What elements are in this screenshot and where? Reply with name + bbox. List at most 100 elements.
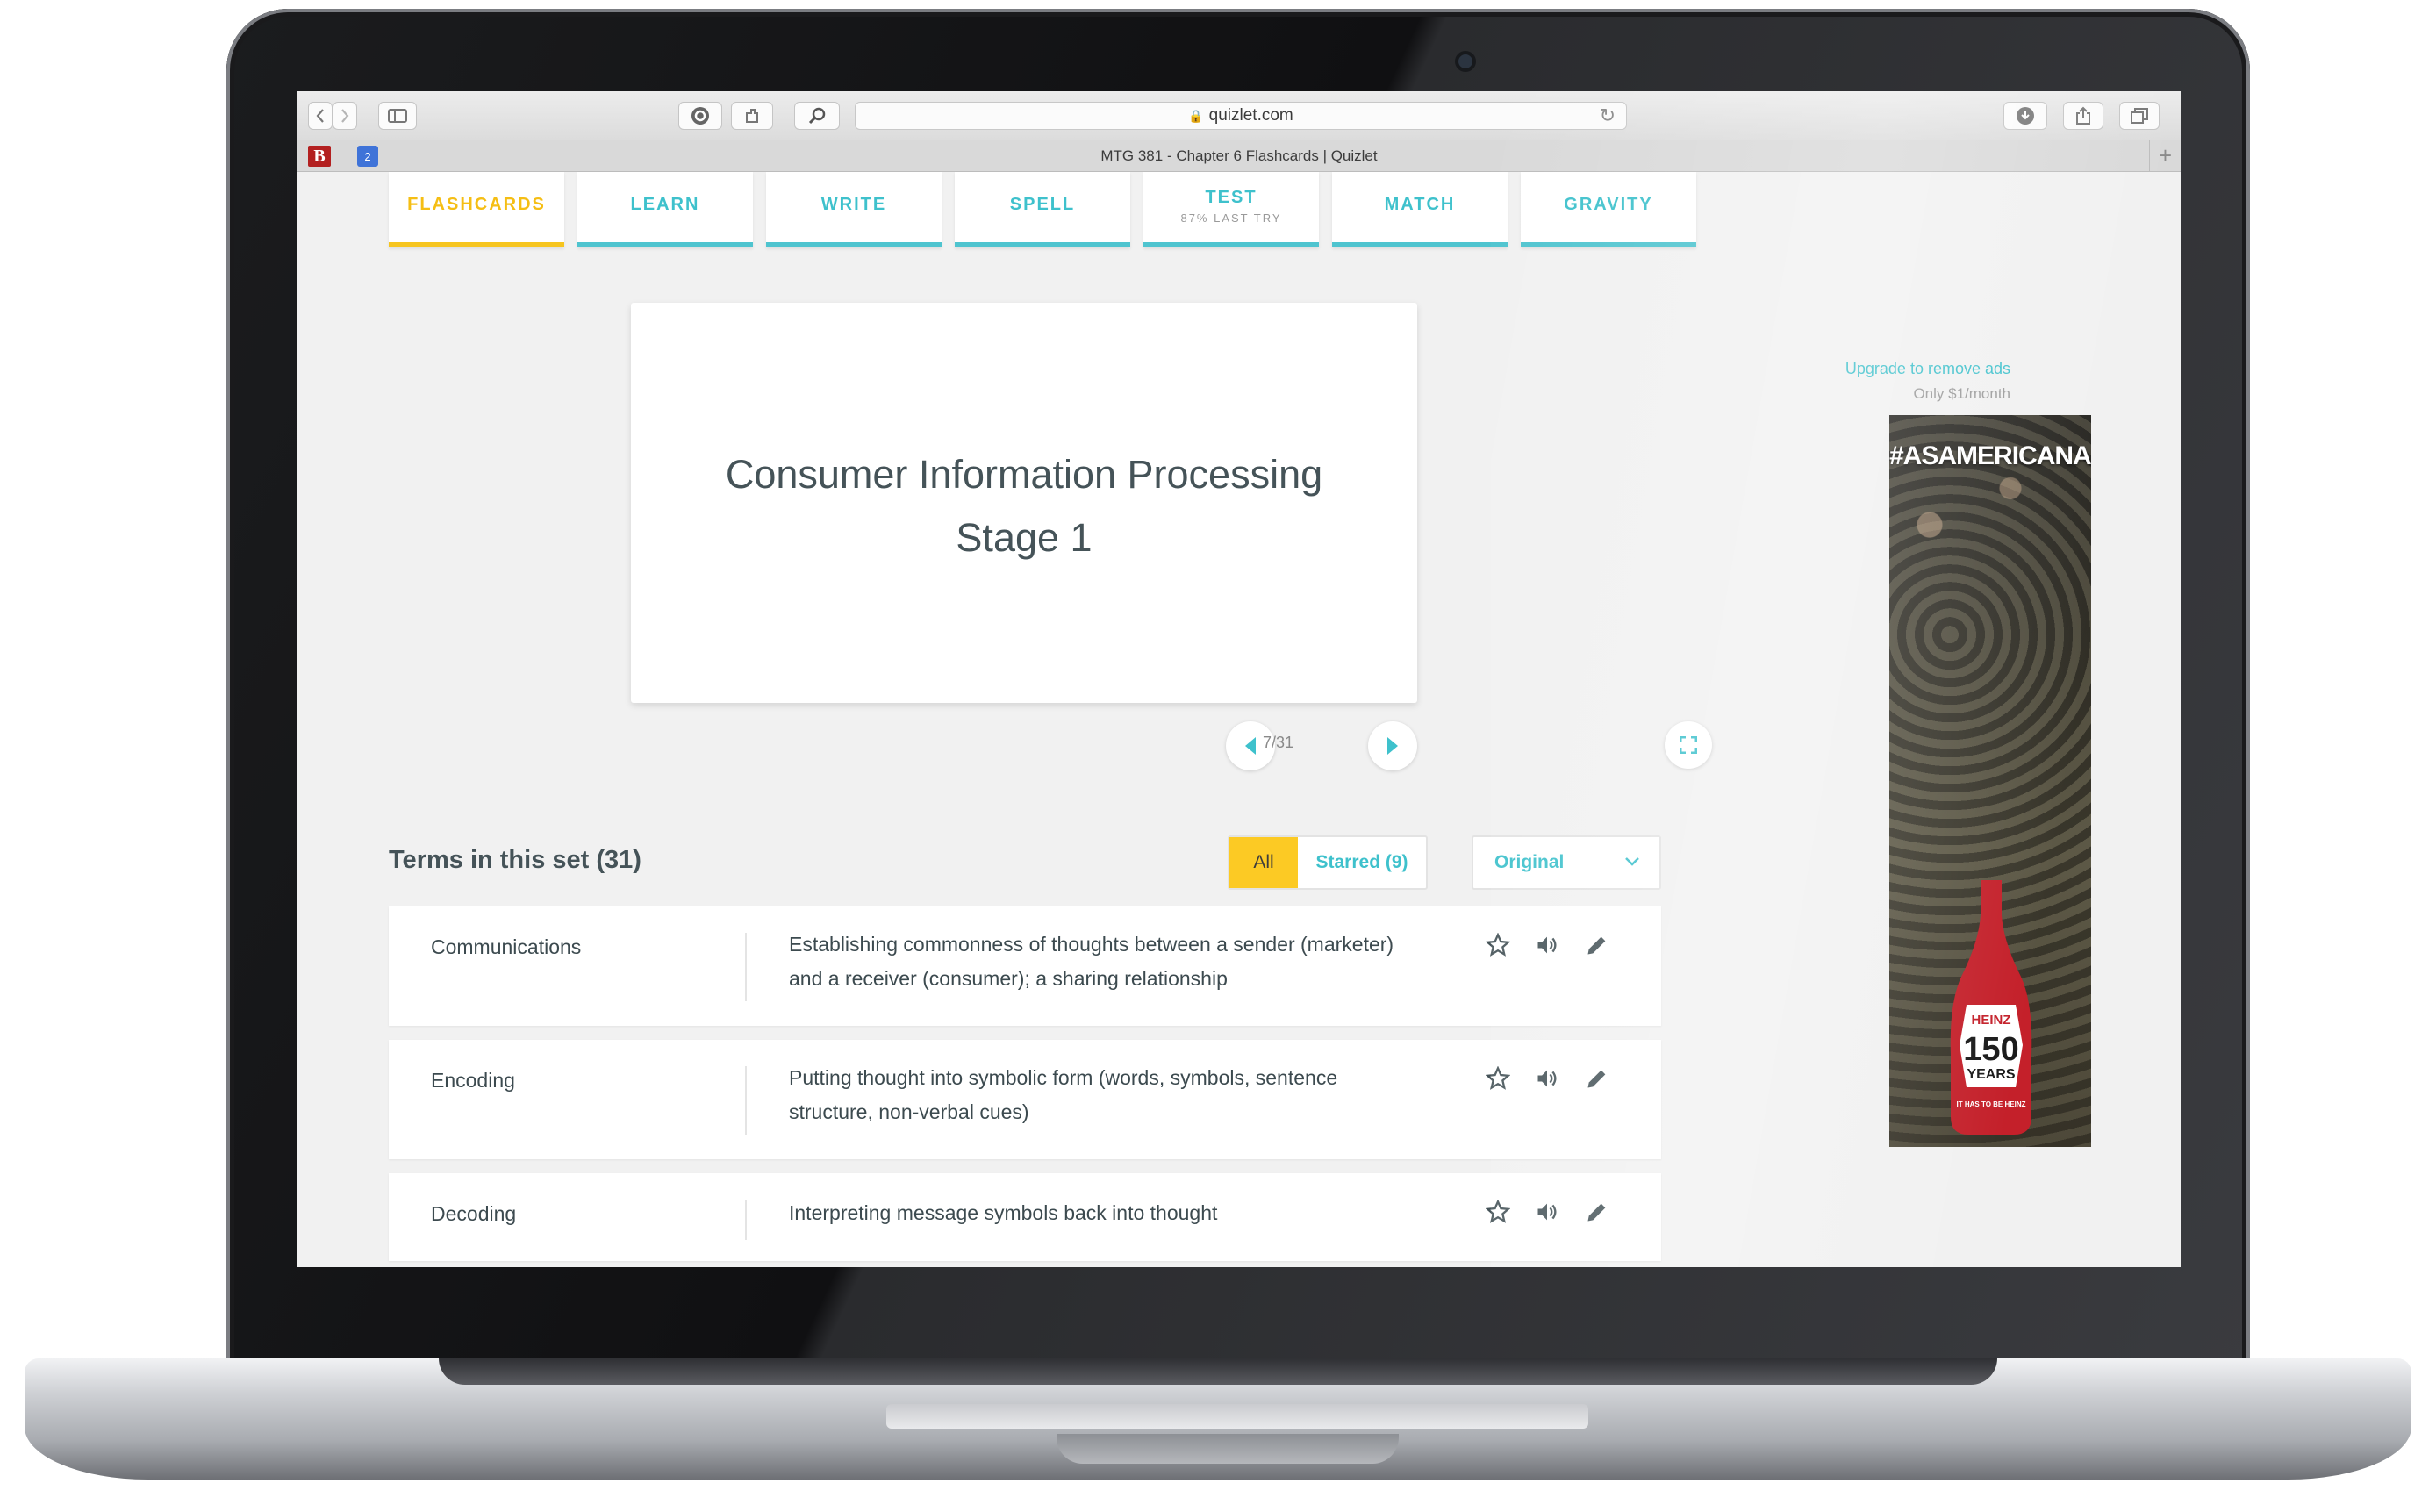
flashcard-text: Consumer Information Processing Stage 1 — [631, 443, 1417, 570]
term-text: Decoding — [431, 1202, 517, 1225]
next-card-button[interactable] — [1368, 721, 1417, 770]
advertisement[interactable]: #ASAMERICANAS HEINZ 150 YEARS IT HAS TO … — [1889, 415, 2091, 1147]
tab-bar: B 2 MTG 381 - Chapter 6 Flashcards | Qui… — [297, 140, 2181, 172]
tab-label: FLASHCARDS — [407, 195, 546, 214]
term-text: Encoding — [431, 1069, 515, 1092]
laptop-hinge — [439, 1358, 1997, 1385]
definition-line-1: Establishing commonness of thoughts betw… — [789, 933, 1394, 956]
tab-label: MATCH — [1384, 195, 1456, 214]
caret-right-icon — [1387, 737, 1398, 755]
new-tab-button[interactable]: + — [2149, 140, 2181, 172]
ad-hashtag: #ASAMERICANAS — [1889, 441, 2091, 470]
upgrade-price: Only $1/month — [1913, 385, 2010, 402]
sidebar-button[interactable] — [378, 102, 417, 130]
definition-line-2: structure, non-verbal cues) — [789, 1100, 1029, 1123]
quizlet-page: FLASHCARDS LEARN WRITE SPELL TEST 87% LA… — [297, 172, 2181, 1267]
tab-flashcards[interactable]: FLASHCARDS — [389, 172, 564, 247]
reload-icon[interactable]: ↻ — [1600, 103, 1616, 129]
search-button[interactable] — [794, 102, 840, 130]
laptop-mockup: 🔒 quizlet.com ↻ B 2 MTG 381 - Chapter 6 F… — [0, 0, 2436, 1512]
pencil-icon[interactable] — [1580, 1066, 1615, 1095]
filter-starred-button[interactable]: Starred (9) — [1298, 837, 1426, 888]
term-divider — [745, 1200, 747, 1240]
lock-icon: 🔒 — [1188, 109, 1204, 123]
chevron-down-icon — [1625, 857, 1639, 866]
tab-gravity[interactable]: GRAVITY — [1521, 172, 1696, 247]
row-actions — [1480, 1065, 1625, 1095]
tab-test[interactable]: TEST 87% LAST TRY — [1143, 172, 1319, 247]
share-button[interactable] — [2063, 102, 2103, 130]
tab-label: GRAVITY — [1564, 195, 1653, 214]
row-actions — [1480, 932, 1625, 962]
speaker-icon[interactable] — [1530, 933, 1565, 962]
url-text: quizlet.com — [1208, 106, 1293, 125]
tabs-icon — [2131, 108, 2148, 124]
term-row: Decoding Interpreting message symbols ba… — [389, 1173, 1661, 1261]
forward-button[interactable] — [333, 102, 357, 130]
star-icon[interactable] — [1480, 1199, 1515, 1229]
tab-label: WRITE — [820, 195, 887, 214]
ad-slogan: IT HAS TO BE HEINZ — [1957, 1100, 2026, 1108]
upgrade-link[interactable]: Upgrade to remove ads — [1780, 360, 2010, 378]
fullscreen-icon — [1680, 736, 1697, 754]
term-divider — [745, 933, 747, 1001]
ad-years-label: YEARS — [1967, 1067, 2015, 1082]
flashcard-line-2: Stage 1 — [956, 515, 1093, 560]
pencil-icon[interactable] — [1580, 1200, 1615, 1229]
share-icon — [2076, 106, 2090, 125]
tab-sublabel: 87% LAST TRY — [1180, 211, 1282, 225]
tab-label: SPELL — [1009, 195, 1076, 214]
downloads-button[interactable] — [2003, 102, 2047, 130]
definition-text: Establishing commonness of thoughts betw… — [789, 928, 1473, 996]
tab-learn[interactable]: LEARN — [577, 172, 753, 247]
star-icon[interactable] — [1480, 1065, 1515, 1095]
sort-label: Original — [1494, 852, 1565, 872]
sort-dropdown[interactable]: Original — [1472, 835, 1661, 890]
term-row: Encoding Putting thought into symbolic f… — [389, 1040, 1661, 1159]
row-actions — [1480, 1199, 1625, 1229]
star-icon[interactable] — [1480, 932, 1515, 962]
tab-spell[interactable]: SPELL — [955, 172, 1130, 247]
tab-label: LEARN — [630, 195, 700, 214]
tab-title[interactable]: MTG 381 - Chapter 6 Flashcards | Quizlet — [297, 140, 2181, 172]
term-row: Communications Establishing commonness o… — [389, 906, 1661, 1026]
filter-all-button[interactable]: All — [1229, 837, 1298, 888]
chevron-right-icon — [341, 109, 349, 123]
speaker-icon[interactable] — [1530, 1066, 1565, 1095]
tab-write[interactable]: WRITE — [766, 172, 942, 247]
term-divider — [745, 1066, 747, 1135]
definition-text: Interpreting message symbols back into t… — [789, 1196, 1473, 1230]
caret-left-icon — [1245, 737, 1256, 755]
pencil-icon[interactable] — [1580, 933, 1615, 962]
term-filter: All Starred (9) — [1228, 835, 1428, 890]
extension-button[interactable] — [731, 102, 773, 130]
back-button[interactable] — [308, 102, 333, 130]
tab-label: TEST — [1205, 188, 1257, 207]
browser-toolbar: 🔒 quizlet.com ↻ — [297, 91, 2181, 140]
term-text: Communications — [431, 935, 582, 958]
ad-years-number: 150 — [1963, 1031, 2018, 1068]
speaker-icon[interactable] — [1530, 1200, 1565, 1229]
search-icon — [808, 107, 826, 125]
browser-window: 🔒 quizlet.com ↻ B 2 MTG 381 - Chapter 6 F… — [297, 91, 2181, 1267]
grammarly-button[interactable] — [678, 102, 722, 130]
tab-match[interactable]: MATCH — [1332, 172, 1508, 247]
download-icon — [2017, 107, 2034, 125]
definition-text: Putting thought into symbolic form (word… — [789, 1061, 1473, 1129]
fullscreen-button[interactable] — [1665, 721, 1712, 769]
address-bar[interactable]: 🔒 quizlet.com ↻ — [855, 102, 1627, 130]
ketchup-bottle-icon: HEINZ 150 YEARS IT HAS TO BE HEINZ — [1950, 880, 2032, 1135]
puzzle-icon — [746, 109, 758, 123]
laptop-keyboard-edge — [886, 1404, 1588, 1429]
laptop-notch — [1057, 1434, 1399, 1464]
definition-line-1: Putting thought into symbolic form (word… — [789, 1066, 1338, 1089]
sidebar-icon — [388, 109, 407, 123]
tabs-button[interactable] — [2119, 102, 2160, 130]
flashcard[interactable]: Consumer Information Processing Stage 1 — [631, 303, 1417, 703]
flashcard-line-1: Consumer Information Processing — [725, 452, 1323, 497]
chevron-left-icon — [316, 109, 324, 123]
card-counter: 7/31 — [1263, 734, 1294, 751]
terms-title: Terms in this set (31) — [389, 846, 641, 874]
camera-icon — [1458, 54, 1472, 68]
ad-brand: HEINZ — [1972, 1013, 2011, 1028]
